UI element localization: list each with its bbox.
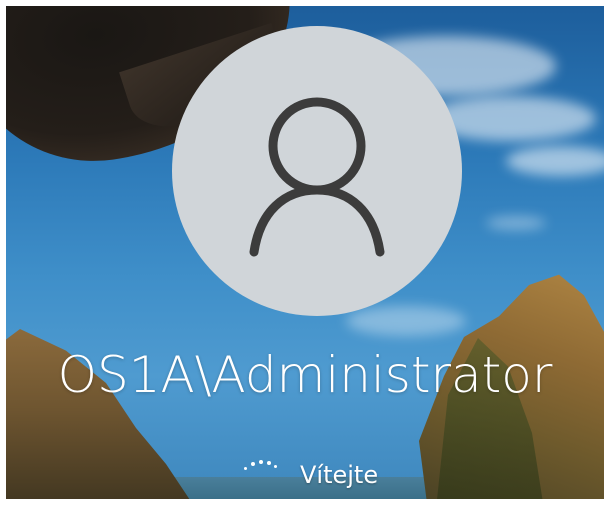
cloud <box>506 146 604 176</box>
cloud <box>486 216 546 230</box>
spinner-dot <box>274 465 277 468</box>
spinner-dot <box>259 460 263 464</box>
lock-screen: OS1A\Administrator Vítejte <box>6 6 604 499</box>
sign-in-status: Vítejte <box>242 448 379 489</box>
loading-spinner-icon <box>242 453 286 483</box>
user-avatar <box>172 26 462 316</box>
username-label: OS1A\Administrator <box>57 346 553 404</box>
user-silhouette-icon <box>249 97 385 257</box>
spinner-dot <box>267 461 271 465</box>
spinner-dot <box>251 462 255 466</box>
status-text: Vítejte <box>300 461 379 489</box>
spinner-dot <box>244 467 247 470</box>
